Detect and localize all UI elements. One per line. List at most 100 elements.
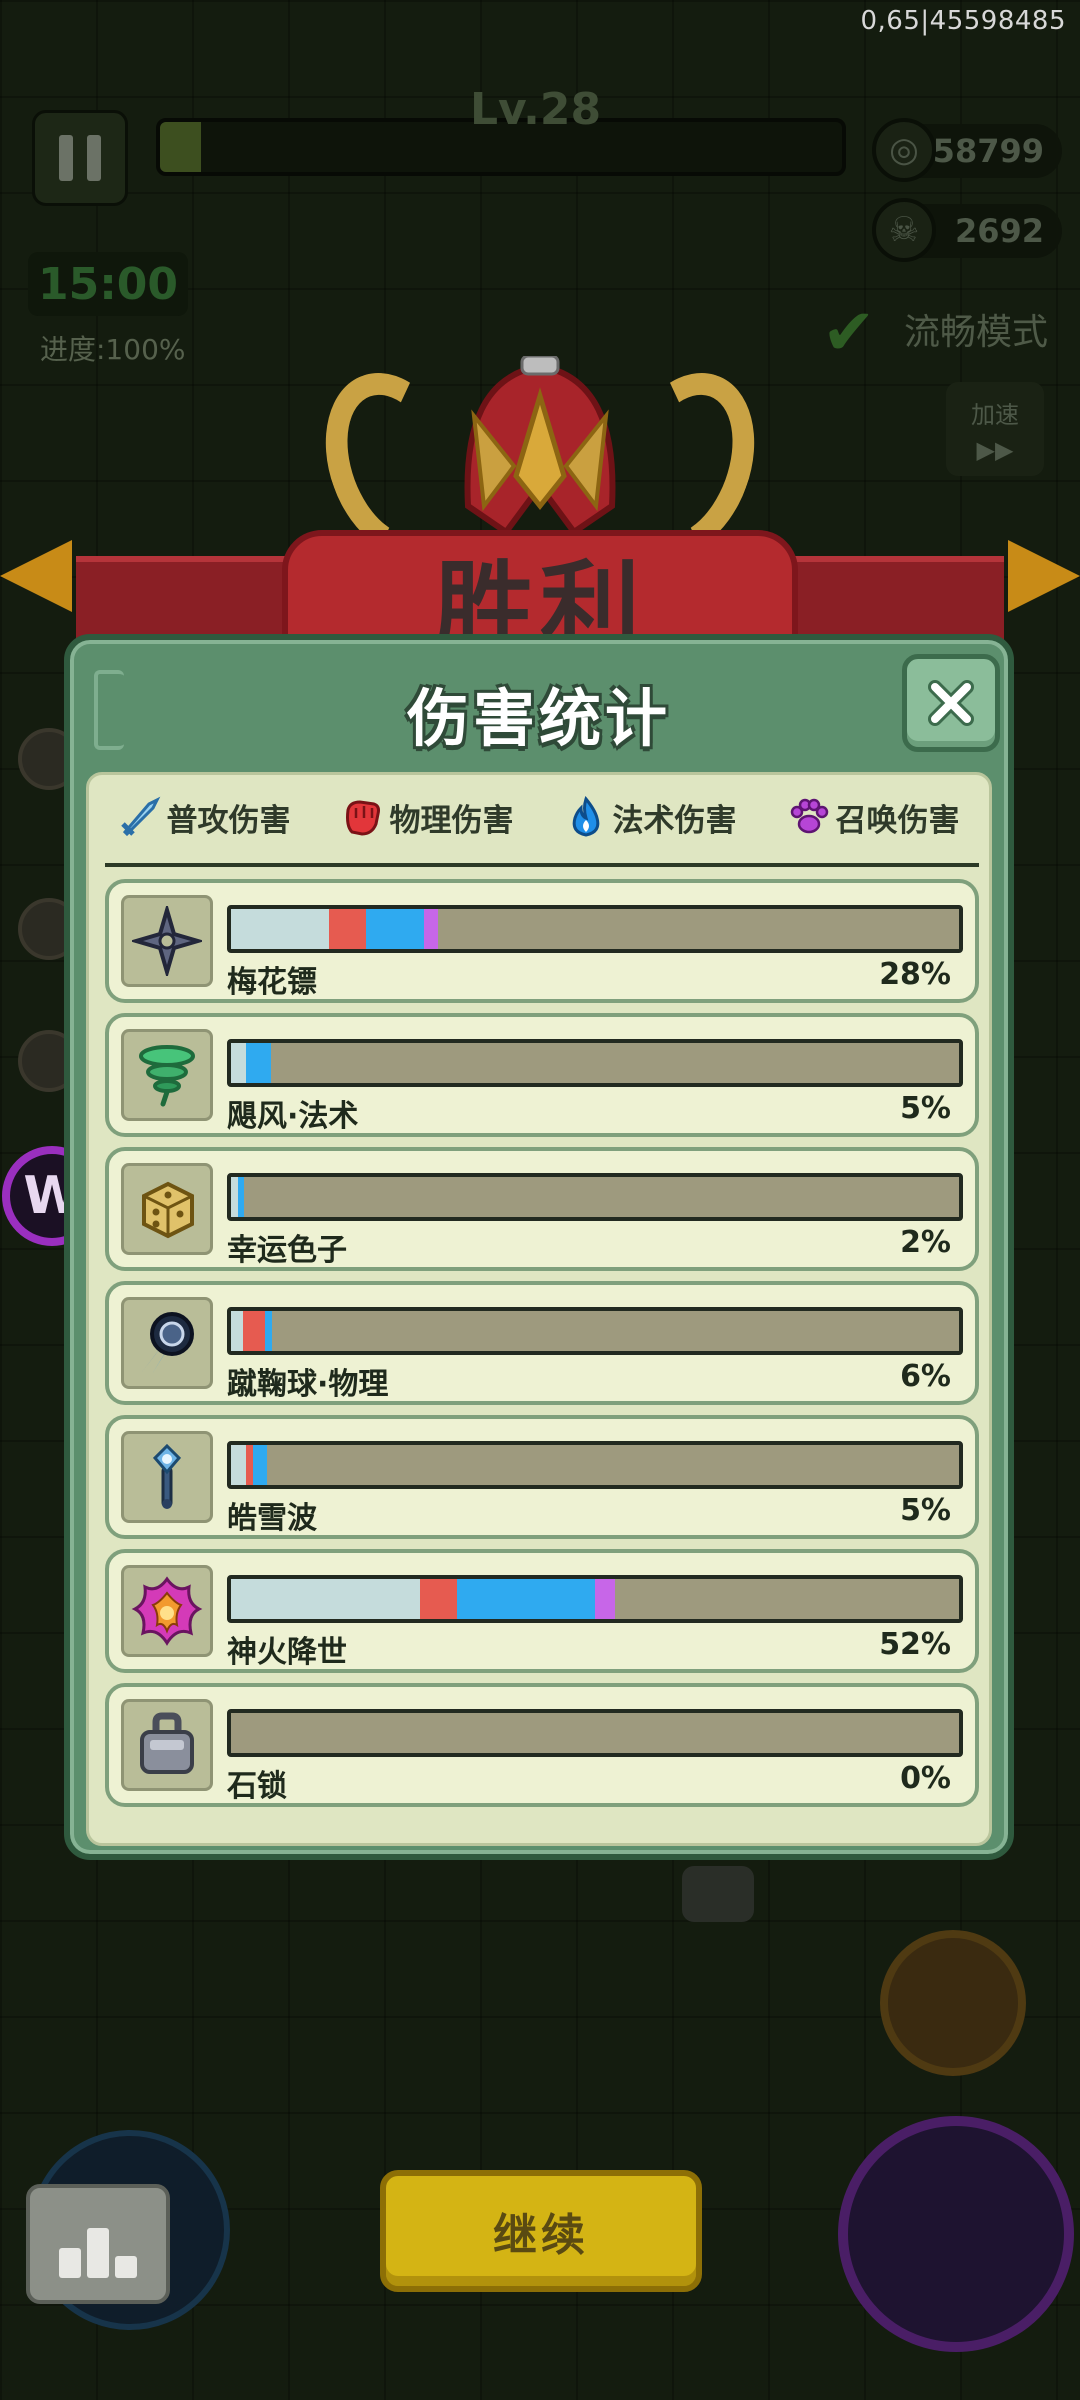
legend-item-magic: 法术伤害 [565,795,737,840]
xp-bar-fill [160,122,201,172]
skill-slot-icon [880,1930,1026,2076]
continue-button[interactable]: 继续 [380,2170,702,2292]
damage-bar [227,1307,963,1355]
skill-name: 蹴鞠球·物理 [227,1367,389,1402]
legend-label: 召唤伤害 [835,802,960,839]
continue-label: 继续 [493,2210,589,2261]
podium-icon [59,2248,81,2278]
damage-row: 神火降世 52% [105,1549,979,1673]
coin-counter: ◎ 58799 [872,118,1062,182]
sword-icon [120,796,160,837]
damage-row: 石锁 0% [105,1683,979,1807]
golden-helmet-icon [464,356,616,537]
damage-stats-dialog: 伤害统计 普攻伤害 物理伤害 法术伤害 召唤伤害 梅花镖 28% 飓风·法术 5… [64,634,1014,1860]
smooth-mode-label[interactable]: 流畅模式 [904,303,1048,355]
damage-bar [227,1173,963,1221]
ranking-button[interactable] [26,2184,170,2304]
coin-icon: ◎ [872,118,936,182]
damage-bar [227,905,963,953]
banner-left-arrow-icon [0,540,72,612]
legend-label: 物理伤害 [389,802,514,839]
damage-percent: 5% [900,1493,951,1528]
dialog-content: 普攻伤害 物理伤害 法术伤害 召唤伤害 梅花镖 28% 飓风·法术 5% 幸运色… [86,772,992,1846]
damage-row: 皓雪波 5% [105,1415,979,1539]
summon-damage-segment [594,1579,616,1619]
skill-name: 飓风·法术 [227,1099,359,1134]
dice-icon [121,1163,213,1255]
attack-damage-segment [231,1579,421,1619]
kill-counter: ☠ 2692 [872,198,1062,262]
damage-bar [227,1039,963,1087]
damage-bar [227,1709,963,1757]
match-timer: 15:00 [28,252,188,316]
skill-name: 神火降世 [227,1635,347,1670]
legend-item-summon: 召唤伤害 [788,795,960,840]
physical-damage-segment [245,1445,253,1485]
fire-phoenix-icon [121,1565,213,1657]
magic-damage-segment [245,1043,272,1083]
summon-damage-segment [423,909,439,949]
damage-percent: 5% [900,1091,951,1126]
magic-damage-segment [456,1579,595,1619]
legend-label: 普攻伤害 [166,802,291,839]
damage-row: 梅花镖 28% [105,879,979,1003]
skill-name: 皓雪波 [227,1501,317,1536]
stone-lock-world-icon [682,1866,754,1922]
legend-divider [105,863,979,867]
attack-damage-segment [231,909,330,949]
attack-damage-segment [231,1445,246,1485]
vortex-skill-icon [838,2116,1074,2352]
speed-up-label: 加速 [971,400,1019,429]
attack-damage-segment [231,1177,239,1217]
banner-right-arrow-icon [1008,540,1080,612]
level-label: Lv.28 [470,84,602,135]
close-icon [928,680,974,726]
close-button[interactable] [902,654,1000,752]
kill-count: 2692 [954,212,1044,250]
damage-row: 飓风·法术 5% [105,1013,979,1137]
damage-row: 幸运色子 2% [105,1147,979,1271]
fist-icon [345,800,380,836]
progress-label: 进度:100% [40,333,186,366]
shuriken-icon [121,895,213,987]
ball-icon [121,1297,213,1389]
fast-forward-icon: ▶▶ [976,435,1014,464]
attack-damage-segment [231,1311,244,1351]
damage-percent: 6% [900,1359,951,1394]
stone-lock-icon [121,1699,213,1791]
skill-name: 幸运色子 [227,1233,347,1268]
skull-icon: ☠ [872,198,936,262]
damage-type-legend: 普攻伤害 物理伤害 法术伤害 召唤伤害 [89,775,989,859]
scepter-icon [121,1431,213,1523]
magic-damage-segment [365,909,424,949]
physical-damage-segment [329,909,366,949]
damage-bar [227,1575,963,1623]
pause-button[interactable] [32,110,128,206]
legend-label: 法术伤害 [612,802,737,839]
dialog-title: 伤害统计 [406,682,671,755]
tornado-icon [121,1029,213,1121]
checkmark-icon[interactable]: ✔ [822,296,876,370]
attack-damage-segment [231,1043,246,1083]
physical-damage-segment [243,1311,266,1351]
legend-item-attack: 普攻伤害 [119,795,291,840]
debug-id-text: 0,65|45598485 [860,6,1066,36]
flame-icon [572,796,599,837]
damage-row: 蹴鞠球·物理 6% [105,1281,979,1405]
coin-count: 58799 [932,132,1044,170]
damage-percent: 0% [900,1761,951,1796]
damage-percent: 2% [900,1225,951,1260]
physical-damage-segment [420,1579,457,1619]
speed-up-button[interactable]: 加速 ▶▶ [946,382,1044,476]
magic-damage-segment [252,1445,268,1485]
pause-icon [59,135,73,181]
damage-percent: 52% [879,1627,951,1662]
paw-icon [790,798,828,834]
damage-percent: 28% [879,957,951,992]
magic-damage-segment [265,1311,273,1351]
magic-damage-segment [238,1177,245,1217]
legend-item-physical: 物理伤害 [342,795,514,840]
skill-name: 石锁 [227,1769,287,1804]
skill-name: 梅花镖 [227,965,317,1000]
damage-bar [227,1441,963,1489]
